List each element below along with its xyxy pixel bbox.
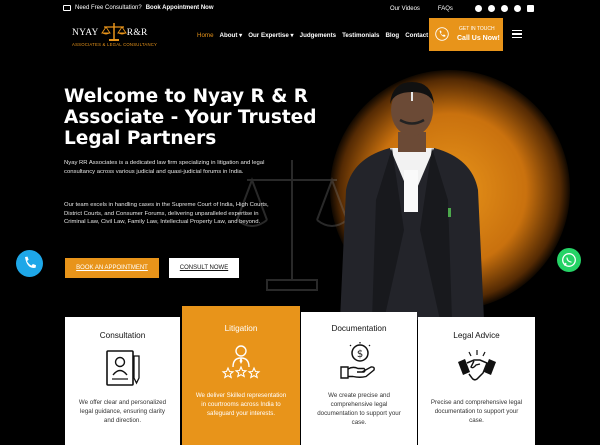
hero-intro-paragraph: Nyay RR Associates is a dedicated law fi… bbox=[64, 160, 265, 175]
logo-wordmark: NYAY R&R bbox=[72, 28, 148, 38]
card-description: We create precise and comprehensive lega… bbox=[317, 392, 401, 426]
topbar-right: Our Videos FAQs bbox=[390, 5, 534, 12]
card-description: We deliver Skilled representation in cou… bbox=[195, 392, 287, 417]
lawyer-portrait bbox=[340, 82, 484, 320]
nav-about[interactable]: About ▾ bbox=[220, 32, 243, 39]
nav-contact[interactable]: Contact bbox=[405, 32, 428, 39]
service-card-legal-advice[interactable]: Legal Advice Precise and comprehensive l… bbox=[418, 317, 535, 445]
service-card-documentation[interactable]: Documentation $ We create precise and co… bbox=[301, 312, 417, 445]
our-videos-link[interactable]: Our Videos bbox=[390, 6, 420, 12]
nav-testimonials[interactable]: Testimonials bbox=[342, 32, 379, 39]
hero-expertise-paragraph: Our team excels in handling cases in the… bbox=[64, 202, 269, 226]
svg-text:$: $ bbox=[357, 349, 363, 360]
nav-blog[interactable]: Blog bbox=[385, 32, 399, 39]
phone-icon bbox=[25, 256, 36, 268]
main-nav: Home About ▾ Our Expertise ▾ Judgements … bbox=[197, 32, 428, 39]
service-card-litigation[interactable]: Litigation We deliver Skilled representa… bbox=[182, 306, 300, 445]
award-stars-icon bbox=[221, 345, 261, 379]
call-box-label: GET IN TOUCH bbox=[459, 26, 495, 32]
consult-now-button[interactable]: CONSULT NOWE bbox=[169, 258, 239, 278]
book-appointment-link[interactable]: Book Appointment Now bbox=[146, 5, 214, 11]
nav-our-expertise[interactable]: Our Expertise ▾ bbox=[248, 32, 293, 39]
instagram-icon[interactable] bbox=[513, 5, 521, 12]
book-appointment-button[interactable]: BOOK AN APPOINTMENT bbox=[65, 258, 159, 278]
linkedin-icon[interactable] bbox=[526, 5, 534, 12]
nav-home[interactable]: Home bbox=[197, 32, 214, 39]
twitter-icon[interactable] bbox=[487, 5, 495, 12]
document-person-icon bbox=[105, 350, 140, 386]
card-title: Consultation bbox=[99, 331, 146, 340]
card-title: Documentation bbox=[331, 324, 387, 333]
logo-name-left: NYAY bbox=[72, 28, 99, 38]
faqs-link[interactable]: FAQs bbox=[438, 6, 453, 12]
card-description: We offer clear and personalized legal gu… bbox=[78, 399, 167, 424]
card-title: Litigation bbox=[224, 324, 258, 333]
nav-judgements[interactable]: Judgements bbox=[300, 32, 336, 39]
chat-icon bbox=[63, 5, 71, 11]
call-us-button[interactable]: GET IN TOUCH Call Us Now! bbox=[429, 18, 503, 51]
phone-icon bbox=[435, 27, 449, 41]
site-logo[interactable]: NYAY R&R ASSOCIATES & LEGAL CONSULTANCY bbox=[72, 22, 160, 50]
social-links bbox=[474, 5, 534, 12]
service-card-consultation[interactable]: Consultation We offer clear and personal… bbox=[65, 317, 180, 445]
floating-phone-button[interactable] bbox=[16, 250, 43, 277]
topbar-left: Need Free Consultation? Book Appointment… bbox=[63, 5, 214, 11]
site-header: NYAY R&R ASSOCIATES & LEGAL CONSULTANCY H… bbox=[0, 18, 600, 54]
consult-text: Need Free Consultation? bbox=[75, 5, 142, 11]
menu-hamburger-icon[interactable] bbox=[512, 30, 522, 38]
whatsapp-icon bbox=[562, 253, 576, 267]
logo-name-right: R&R bbox=[126, 28, 148, 38]
money-hand-icon: $ bbox=[340, 342, 375, 379]
hero-title: Welcome to Nyay R & R Associate - Your T… bbox=[64, 86, 317, 149]
handshake-icon bbox=[457, 350, 496, 381]
card-description: Precise and comprehensive legal document… bbox=[430, 399, 523, 424]
call-box-cta: Call Us Now! bbox=[457, 35, 500, 42]
floating-whatsapp-button[interactable] bbox=[557, 248, 581, 272]
top-bar: Need Free Consultation? Book Appointment… bbox=[0, 0, 600, 18]
youtube-icon[interactable] bbox=[500, 5, 508, 12]
card-title: Legal Advice bbox=[453, 331, 500, 340]
facebook-icon[interactable] bbox=[474, 5, 482, 12]
logo-tagline: ASSOCIATES & LEGAL CONSULTANCY bbox=[72, 42, 158, 47]
